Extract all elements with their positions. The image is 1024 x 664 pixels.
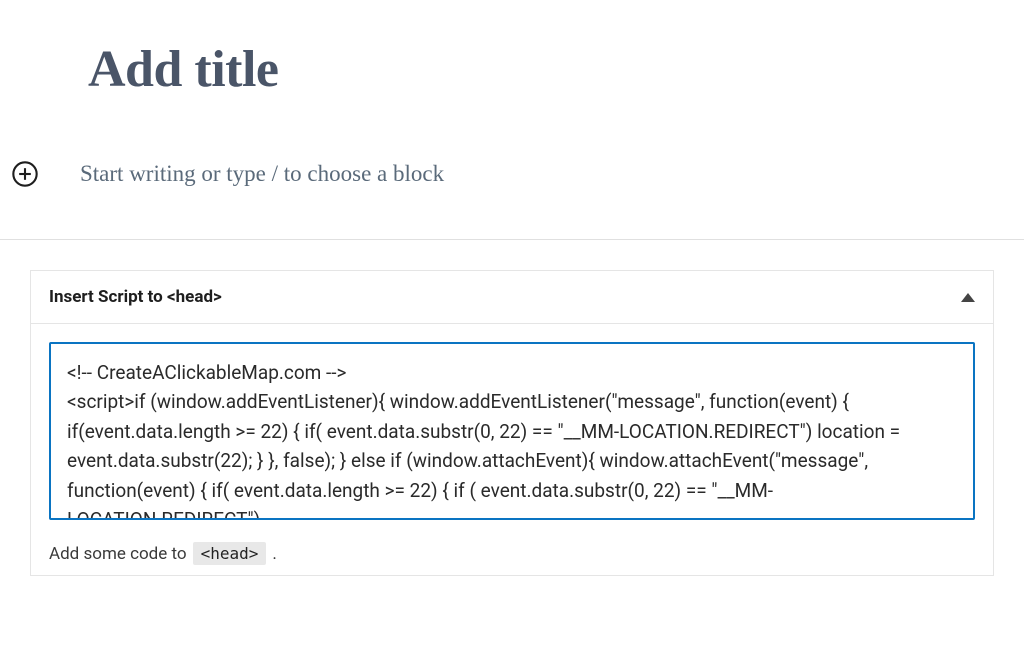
- help-text-suffix: .: [272, 544, 276, 564]
- content-block-placeholder[interactable]: Start writing or type / to choose a bloc…: [80, 161, 444, 187]
- panel-header-toggle[interactable]: Insert Script to <head>: [31, 271, 993, 324]
- plus-circle-icon: [11, 160, 39, 188]
- add-block-button[interactable]: [10, 159, 40, 189]
- head-script-textarea[interactable]: [49, 342, 975, 520]
- help-text-prefix: Add some code to: [49, 544, 187, 564]
- help-code-chip: <head>: [193, 542, 267, 565]
- help-text: Add some code to <head> .: [31, 524, 993, 575]
- insert-script-head-panel: Insert Script to <head> Add some code to…: [30, 270, 994, 576]
- post-title-input[interactable]: Add title: [88, 40, 1024, 99]
- chevron-up-icon: [961, 293, 975, 302]
- section-divider: [0, 239, 1024, 240]
- panel-title: Insert Script to <head>: [49, 287, 222, 307]
